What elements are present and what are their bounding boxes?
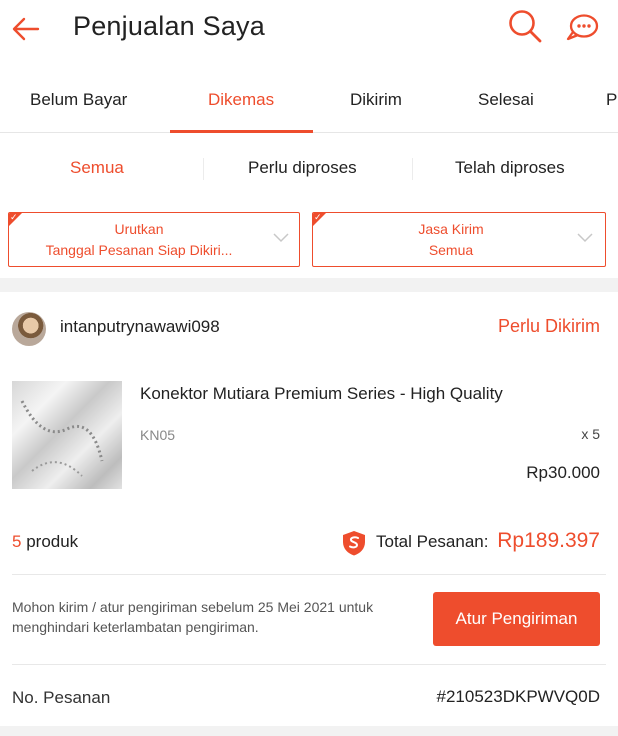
order-number-value: #210523DKPWVQ0D	[436, 687, 600, 706]
product-variant: KN05	[140, 427, 176, 443]
order-summary: 5 produk Total Pesanan: Rp189.397	[0, 510, 618, 575]
sort-filter-value: Tanggal Pesanan Siap Dikiri...	[45, 242, 233, 258]
tab-belum-bayar[interactable]: Belum Bayar	[30, 90, 127, 110]
courier-filter-label: Jasa Kirim	[418, 221, 484, 237]
total-label: Total Pesanan:	[376, 532, 489, 551]
shop-avatar[interactable]	[12, 312, 46, 346]
tab-next-partial[interactable]: P	[606, 90, 617, 110]
buyer-username[interactable]: intanputrynawawi098	[60, 317, 220, 337]
divider	[12, 574, 606, 575]
product-count-number: 5	[12, 532, 22, 551]
pearl-necklace-illustration	[20, 400, 104, 477]
courier-filter-dropdown[interactable]: ✓ Jasa Kirim Semua	[312, 212, 606, 267]
sort-filter-dropdown[interactable]: ✓ Urutkan Tanggal Pesanan Siap Dikiri...	[8, 212, 300, 267]
order-number-label: No. Pesanan	[12, 688, 111, 707]
chevron-down-icon	[273, 233, 289, 243]
sub-filter-tabs: Semua Perlu diproses Telah diproses	[0, 134, 618, 200]
product-name[interactable]: Konektor Mutiara Premium Series - High Q…	[140, 384, 503, 404]
chevron-down-icon	[577, 233, 593, 243]
courier-filter-value: Semua	[428, 242, 474, 258]
divider	[12, 664, 606, 665]
subtab-telah-diproses[interactable]: Telah diproses	[455, 158, 565, 178]
search-icon[interactable]	[505, 6, 545, 46]
arrow-left-icon[interactable]	[10, 13, 42, 45]
product-count: 5 produk	[12, 532, 78, 552]
shipping-deadline-notice: Mohon kirim / atur pengiriman sebelum 25…	[12, 599, 374, 635]
product-quantity: x 5	[581, 426, 600, 442]
section-gap	[0, 726, 618, 736]
subtab-semua[interactable]: Semua	[70, 158, 124, 178]
tab-dikemas[interactable]: Dikemas	[208, 90, 274, 110]
shield-icon	[343, 531, 365, 556]
tab-dikirim[interactable]: Dikirim	[350, 90, 402, 110]
top-app-bar: Penjualan Saya	[0, 0, 618, 68]
subtab-divider	[412, 158, 413, 180]
order-status-tabs: Belum Bayar Dikemas Dikirim Selesai P	[0, 80, 618, 133]
arrange-shipping-button[interactable]: Atur Pengiriman	[433, 592, 600, 646]
chat-bubble-icon[interactable]	[563, 10, 601, 44]
sort-filter-label: Urutkan	[114, 221, 164, 237]
product-count-label: produk	[26, 532, 79, 551]
product-price: Rp30.000	[526, 463, 600, 482]
order-status-label: Perlu Dikirim	[497, 316, 600, 336]
active-tab-indicator	[170, 130, 313, 133]
section-gap	[0, 278, 618, 292]
page-title: Penjualan Saya	[73, 11, 265, 41]
tab-selesai[interactable]: Selesai	[478, 90, 534, 110]
product-thumbnail[interactable]	[12, 381, 122, 489]
subtab-divider	[203, 158, 204, 180]
subtab-perlu-diproses[interactable]: Perlu diproses	[248, 158, 357, 178]
total-value: Rp189.397	[497, 529, 600, 552]
